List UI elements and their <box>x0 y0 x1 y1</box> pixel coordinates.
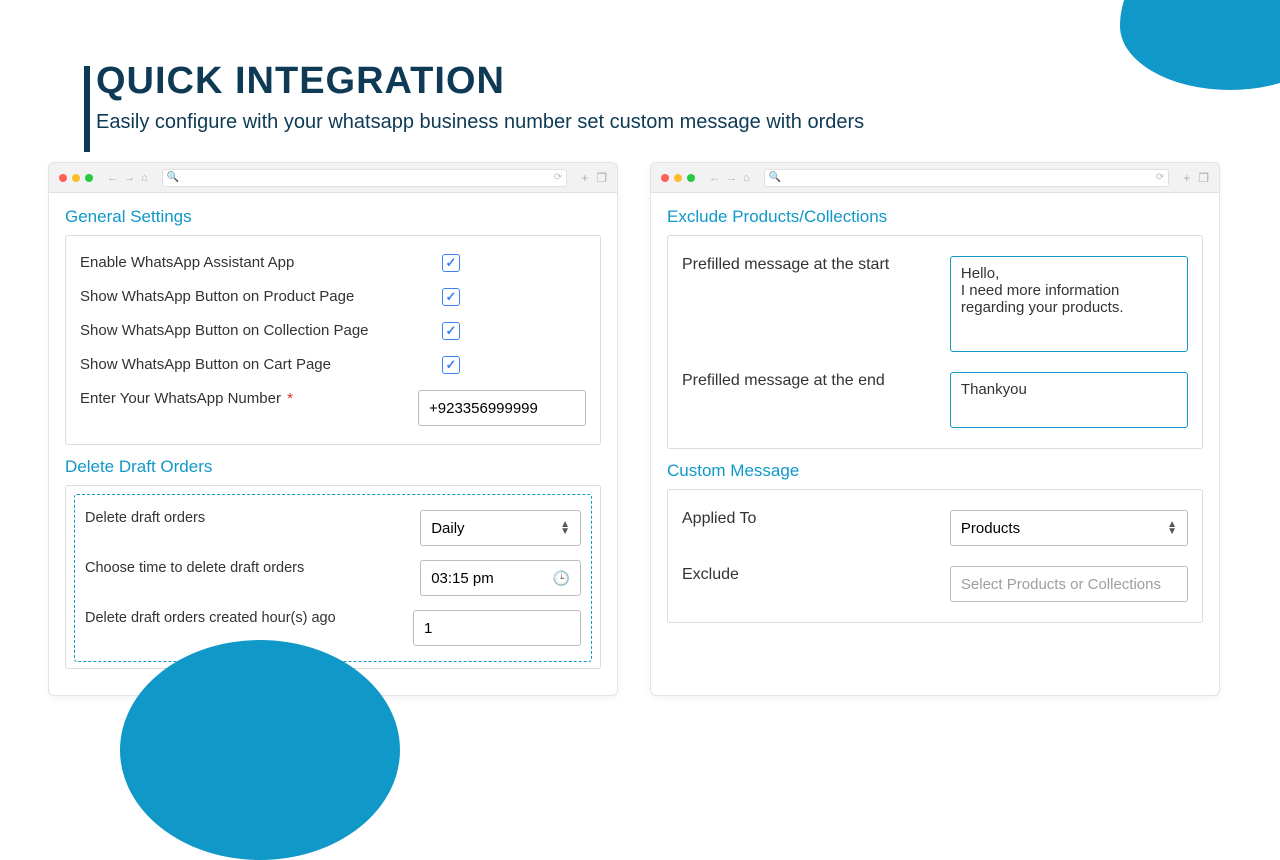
hero-accent-bar <box>84 66 90 152</box>
browser-window-right: ← → ⌂ 🔍 ⟳ + ❐ Exclude Products/Collectio… <box>650 162 1220 696</box>
row-exclude: Exclude Select Products or Collections <box>682 556 1188 612</box>
delete-drafts-label: Delete draft orders <box>85 510 408 526</box>
panels-row: ← → ⌂ 🔍 ⟳ + ❐ General Settings Enable Wh… <box>0 162 1280 696</box>
whatsapp-number-label: Enter Your WhatsApp Number * <box>80 390 406 407</box>
row-prefilled-start: Prefilled message at the start <box>682 246 1188 362</box>
close-dot[interactable] <box>661 174 669 182</box>
home-icon[interactable]: ⌂ <box>743 172 750 184</box>
row-delete-drafts: Delete draft orders Daily ▲▼ <box>85 503 581 553</box>
left-pane-body: General Settings Enable WhatsApp Assista… <box>49 193 617 695</box>
delete-frequency-select[interactable]: Daily ▲▼ <box>420 510 581 546</box>
delete-time-input[interactable]: 03:15 pm 🕒 <box>420 560 581 596</box>
show-collection-label: Show WhatsApp Button on Collection Page <box>80 322 430 339</box>
nav-arrows: ← → ⌂ <box>107 172 148 184</box>
enable-app-checkbox[interactable]: ✓ <box>442 254 460 272</box>
row-delete-time: Choose time to delete draft orders 03:15… <box>85 553 581 603</box>
row-applied-to: Applied To Products ▲▼ <box>682 500 1188 556</box>
reload-icon[interactable]: ⟳ <box>1156 172 1164 183</box>
exclude-box: Prefilled message at the start Prefilled… <box>667 235 1203 449</box>
exclude-label: Exclude <box>682 566 938 584</box>
chevron-updown-icon: ▲▼ <box>1167 521 1177 535</box>
minimize-dot[interactable] <box>674 174 682 182</box>
new-tab-icon[interactable]: + <box>581 171 588 185</box>
prefilled-end-textarea[interactable] <box>950 372 1188 428</box>
browser-chrome: ← → ⌂ 🔍 ⟳ + ❐ <box>49 163 617 193</box>
maximize-dot[interactable] <box>687 174 695 182</box>
windows-icon[interactable]: ❐ <box>1198 171 1209 185</box>
right-pane-body: Exclude Products/Collections Prefilled m… <box>651 193 1219 649</box>
row-enable-app: Enable WhatsApp Assistant App ✓ <box>80 246 586 280</box>
exclude-select[interactable]: Select Products or Collections <box>950 566 1188 602</box>
clock-icon: 🕒 <box>553 570 570 587</box>
applied-to-select[interactable]: Products ▲▼ <box>950 510 1188 546</box>
search-icon: 🔍 <box>769 172 781 183</box>
enable-app-label: Enable WhatsApp Assistant App <box>80 254 430 271</box>
browser-right-icons: + ❐ <box>581 171 607 185</box>
row-show-cart: Show WhatsApp Button on Cart Page ✓ <box>80 348 586 382</box>
prefilled-start-textarea[interactable] <box>950 256 1188 352</box>
reload-icon[interactable]: ⟳ <box>554 172 562 183</box>
minimize-dot[interactable] <box>72 174 80 182</box>
prefilled-end-label: Prefilled message at the end <box>682 372 938 390</box>
exclude-heading: Exclude Products/Collections <box>667 207 1203 227</box>
delete-drafts-box: Delete draft orders Daily ▲▼ Choose time… <box>65 485 601 669</box>
show-cart-label: Show WhatsApp Button on Cart Page <box>80 356 430 373</box>
show-collection-checkbox[interactable]: ✓ <box>442 322 460 340</box>
windows-icon[interactable]: ❐ <box>596 171 607 185</box>
hours-ago-input[interactable] <box>413 610 581 646</box>
delete-time-label: Choose time to delete draft orders <box>85 560 408 576</box>
row-show-collection: Show WhatsApp Button on Collection Page … <box>80 314 586 348</box>
delete-drafts-dashed-group: Delete draft orders Daily ▲▼ Choose time… <box>74 494 592 662</box>
address-bar[interactable]: 🔍 ⟳ <box>764 169 1170 187</box>
home-icon[interactable]: ⌂ <box>141 172 148 184</box>
show-product-checkbox[interactable]: ✓ <box>442 288 460 306</box>
back-icon[interactable]: ← <box>709 172 720 184</box>
row-show-product: Show WhatsApp Button on Product Page ✓ <box>80 280 586 314</box>
address-bar[interactable]: 🔍 ⟳ <box>162 169 568 187</box>
prefilled-start-label: Prefilled message at the start <box>682 256 938 274</box>
forward-icon[interactable]: → <box>124 172 135 184</box>
general-settings-heading: General Settings <box>65 207 601 227</box>
delete-drafts-heading: Delete Draft Orders <box>65 457 601 477</box>
traffic-lights <box>59 174 93 182</box>
nav-arrows: ← → ⌂ <box>709 172 750 184</box>
browser-right-icons: + ❐ <box>1183 171 1209 185</box>
page-subtitle: Easily configure with your whatsapp busi… <box>96 111 1280 134</box>
show-cart-checkbox[interactable]: ✓ <box>442 356 460 374</box>
back-icon[interactable]: ← <box>107 172 118 184</box>
new-tab-icon[interactable]: + <box>1183 171 1190 185</box>
custom-message-heading: Custom Message <box>667 461 1203 481</box>
custom-message-box: Applied To Products ▲▼ Exclude Select Pr… <box>667 489 1203 623</box>
close-dot[interactable] <box>59 174 67 182</box>
chevron-updown-icon: ▲▼ <box>560 521 570 535</box>
page-title: QUICK INTEGRATION <box>96 60 1280 103</box>
show-product-label: Show WhatsApp Button on Product Page <box>80 288 430 305</box>
required-mark: * <box>287 390 293 407</box>
whatsapp-number-input[interactable] <box>418 390 586 426</box>
hours-ago-label: Delete draft orders created hour(s) ago <box>85 610 401 626</box>
row-hours-ago: Delete draft orders created hour(s) ago <box>85 603 581 653</box>
browser-window-left: ← → ⌂ 🔍 ⟳ + ❐ General Settings Enable Wh… <box>48 162 618 696</box>
hero-section: QUICK INTEGRATION Easily configure with … <box>0 0 1280 162</box>
traffic-lights <box>661 174 695 182</box>
row-prefilled-end: Prefilled message at the end <box>682 362 1188 438</box>
browser-chrome: ← → ⌂ 🔍 ⟳ + ❐ <box>651 163 1219 193</box>
general-settings-box: Enable WhatsApp Assistant App ✓ Show Wha… <box>65 235 601 445</box>
maximize-dot[interactable] <box>85 174 93 182</box>
row-whatsapp-number: Enter Your WhatsApp Number * <box>80 382 586 434</box>
forward-icon[interactable]: → <box>726 172 737 184</box>
decorative-blob-bottom <box>120 640 400 860</box>
search-icon: 🔍 <box>167 172 179 183</box>
applied-to-label: Applied To <box>682 510 938 528</box>
